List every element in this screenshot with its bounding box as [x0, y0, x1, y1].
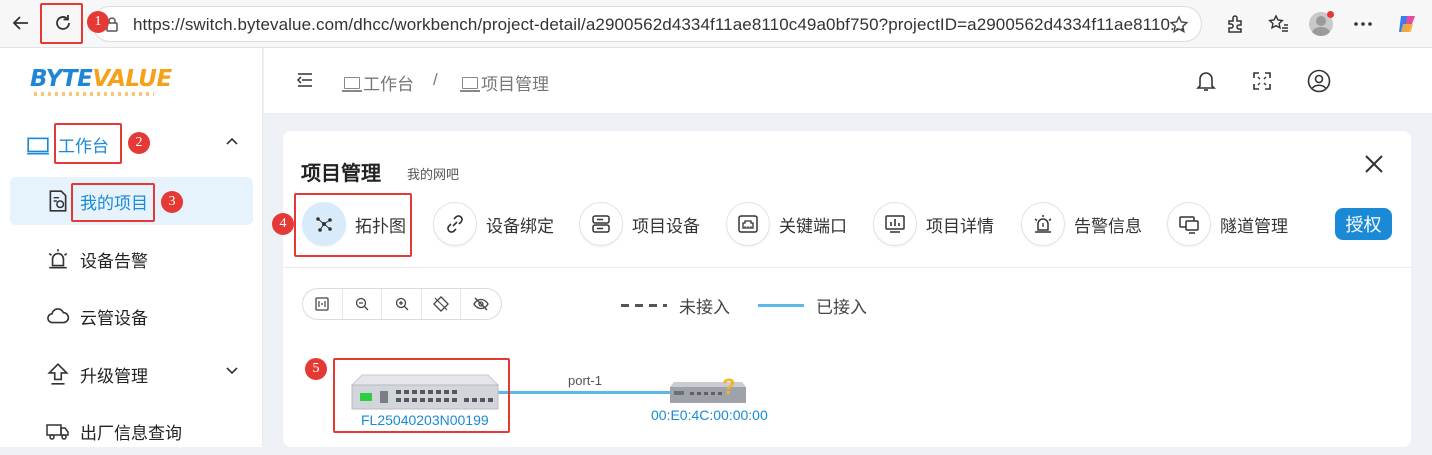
favorites-icon[interactable] [1266, 11, 1292, 37]
address-bar[interactable]: https://switch.bytevalue.com/dhcc/workbe… [92, 6, 1202, 42]
tunnel-icon [1167, 202, 1211, 246]
connection-line [497, 391, 672, 394]
annotation-box-my-projects [71, 183, 155, 222]
sidebar-item-upgrade-management[interactable]: 升级管理 [10, 350, 253, 398]
port-icon [726, 202, 770, 246]
unknown-question-mark: ? [722, 374, 736, 399]
tab-label: 关键端口 [779, 216, 847, 236]
close-icon[interactable] [1363, 153, 1385, 175]
sidebar-item-label: 升级管理 [80, 366, 148, 386]
tab-project-devices[interactable]: 项目设备 [579, 201, 700, 247]
extensions-icon[interactable] [1222, 11, 1248, 37]
dashed-line-swatch [621, 304, 667, 307]
divider [283, 267, 1411, 268]
unknown-device[interactable]: ? [670, 374, 748, 404]
collapse-sidebar-icon[interactable] [296, 72, 314, 88]
annotation-badge-2: 2 [128, 132, 150, 154]
user-account-icon[interactable] [1307, 69, 1331, 93]
annotation-badge-3: 3 [161, 191, 183, 213]
cloud-icon [47, 308, 70, 324]
sidebar-item-label: 设备告警 [80, 251, 148, 271]
project-icon [49, 190, 67, 212]
fit-view-icon[interactable] [303, 289, 343, 319]
tab-key-ports[interactable]: 关键端口 [726, 201, 847, 247]
tab-project-details[interactable]: 项目详情 [873, 201, 994, 247]
browser-toolbar: https://switch.bytevalue.com/dhcc/workbe… [0, 0, 1432, 48]
solid-line-swatch [758, 304, 804, 307]
hide-icon[interactable] [461, 289, 501, 319]
monitor-icon [460, 76, 480, 92]
authorize-button[interactable]: 授权 [1335, 208, 1392, 240]
tab-label: 项目设备 [632, 216, 700, 236]
tab-device-binding[interactable]: 设备绑定 [433, 201, 554, 247]
profile-avatar-icon[interactable] [1308, 11, 1334, 37]
annotation-badge-1: 1 [87, 11, 109, 33]
truck-icon [46, 424, 69, 440]
unknown-device-icon [670, 382, 746, 403]
port-label: port-1 [568, 373, 602, 388]
back-arrow-icon[interactable] [8, 10, 34, 36]
bell-icon[interactable] [1196, 70, 1216, 92]
legend-connected: 已接入 [758, 293, 867, 318]
sidebar: BYTEVALUE 工作台 我的项目 设备告警 云管设备 升级管理 出厂信息查询 [0, 48, 263, 447]
sidebar-item-cloud-devices[interactable]: 云管设备 [10, 292, 253, 340]
rotate-icon[interactable] [422, 289, 462, 319]
chart-icon [873, 202, 917, 246]
tab-label: 告警信息 [1074, 216, 1142, 236]
upgrade-icon [47, 363, 69, 385]
top-header: 工作台 / 项目管理 [264, 48, 1432, 114]
tab-label: 设备绑定 [486, 216, 554, 236]
fullscreen-icon[interactable] [1253, 72, 1271, 90]
annotation-box-topology [294, 193, 412, 257]
chevron-up-icon[interactable] [225, 136, 239, 146]
unknown-device-label: 00:E0:4C:00:00:00 [651, 407, 768, 423]
annotation-box-reload [40, 3, 83, 44]
tab-tunnel-management[interactable]: 隧道管理 [1167, 201, 1288, 247]
zoom-out-icon[interactable] [343, 289, 383, 319]
link-icon [433, 202, 477, 246]
monitor-icon [342, 76, 362, 92]
sidebar-item-label: 出厂信息查询 [80, 423, 182, 443]
annotation-box-switch [333, 358, 510, 433]
breadcrumb-separator: / [433, 70, 438, 89]
page-title: 项目管理 [301, 163, 381, 185]
url-text: https://switch.bytevalue.com/dhcc/workbe… [133, 15, 1185, 34]
breadcrumb-home[interactable]: 工作台 [342, 70, 414, 95]
sidebar-item-device-alarms[interactable]: 设备告警 [10, 235, 253, 283]
tab-alarm-info[interactable]: 告警信息 [1021, 201, 1142, 247]
copilot-icon[interactable] [1394, 11, 1420, 37]
annotation-badge-4: 4 [272, 213, 294, 235]
tab-label: 项目详情 [926, 216, 994, 236]
annotation-badge-5: 5 [305, 358, 327, 380]
legend-disconnected: 未接入 [621, 293, 730, 318]
alarm-icon [1021, 202, 1065, 246]
chevron-down-icon[interactable] [225, 366, 239, 376]
sidebar-item-factory-info[interactable]: 出厂信息查询 [10, 407, 253, 455]
more-menu-icon[interactable] [1350, 11, 1376, 37]
alarm-icon [48, 249, 68, 269]
topology-toolbar [302, 288, 502, 320]
monitor-icon [27, 137, 49, 155]
breadcrumb-current: 项目管理 [460, 70, 549, 95]
annotation-box-workbench [54, 123, 122, 164]
server-icon [579, 202, 623, 246]
favorite-star-icon[interactable] [1169, 15, 1189, 35]
zoom-in-icon[interactable] [382, 289, 422, 319]
tab-label: 隧道管理 [1220, 216, 1288, 236]
project-name: 我的网吧 [407, 167, 460, 182]
logo-dots [34, 92, 154, 96]
bytevalue-logo: BYTEVALUE [30, 66, 172, 92]
sidebar-item-label: 云管设备 [80, 308, 148, 328]
